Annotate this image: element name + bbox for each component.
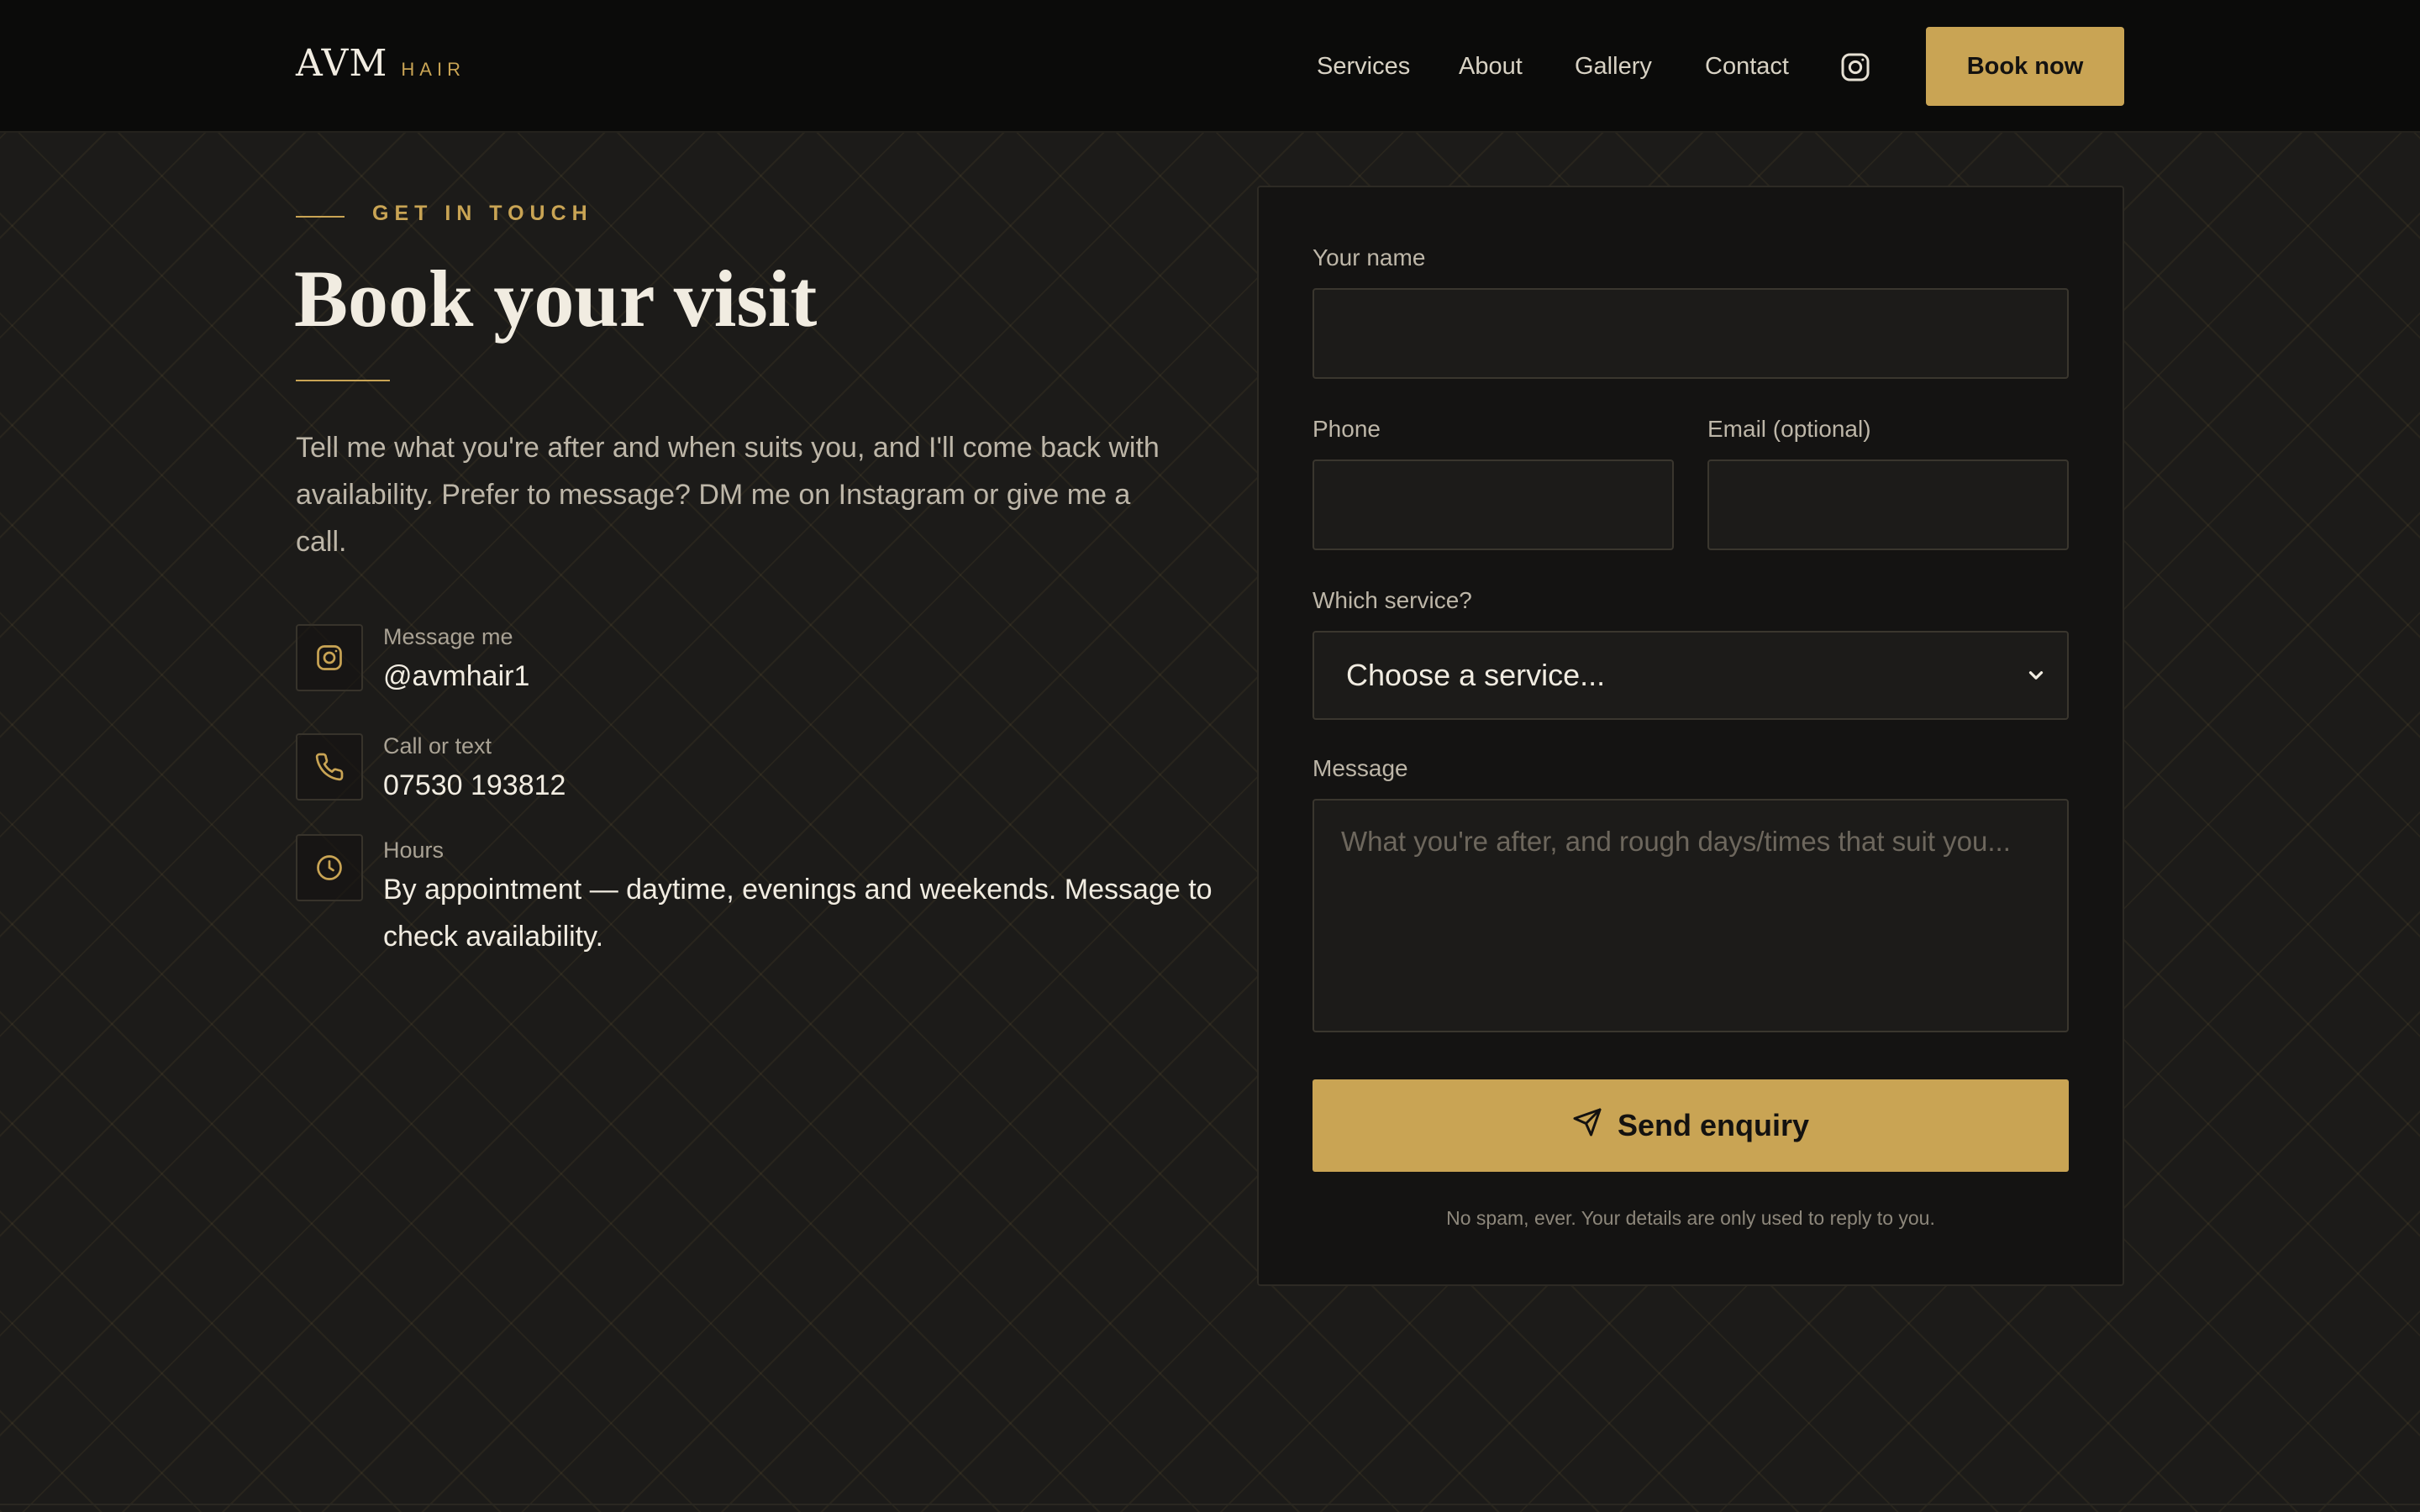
phone-icon [296, 733, 363, 801]
name-label: Your name [1313, 244, 1426, 270]
privacy-note: No spam, ever. Your details are only use… [1446, 1207, 1935, 1229]
section-eyebrow: GET IN TOUCH [372, 202, 593, 225]
contact-label: Call or text [383, 733, 492, 759]
title-divider [296, 380, 390, 381]
message-field[interactable] [1313, 799, 2069, 1032]
service-selected-value: Choose a service... [1346, 658, 1606, 692]
eyebrow-line [296, 216, 345, 218]
instagram-icon[interactable] [1839, 50, 1872, 84]
page-title: Book your visit [294, 254, 818, 344]
name-field[interactable] [1313, 288, 2069, 379]
contact-label: Message me [383, 624, 513, 649]
email-label: Email (optional) [1707, 416, 1871, 442]
brand-name: AVM [296, 42, 388, 85]
booking-form: Your name Phone Email (optional) Which s… [1257, 186, 2124, 1286]
book-now-button[interactable]: Book now [1926, 27, 2124, 106]
service-select[interactable]: Choose a service... [1313, 631, 2069, 720]
send-icon [1572, 1107, 1602, 1145]
site-header: AVM HAIR Services About Gallery Contact … [0, 0, 2420, 133]
instagram-icon [296, 624, 363, 691]
nav-link-gallery[interactable]: Gallery [1575, 53, 1652, 81]
nav-link-about[interactable]: About [1459, 53, 1523, 81]
contact-label: Hours [383, 837, 445, 863]
phone-field[interactable] [1313, 459, 1674, 550]
message-label: Message [1313, 755, 1408, 781]
email-field[interactable] [1707, 459, 2069, 550]
brand-logo[interactable]: AVM HAIR [296, 42, 466, 85]
phone-label: Phone [1313, 416, 1381, 442]
instagram-handle[interactable]: @avmhair1 [383, 653, 529, 700]
send-enquiry-button[interactable]: Send enquiry [1313, 1079, 2069, 1172]
nav-link-contact[interactable]: Contact [1705, 53, 1789, 81]
clock-icon [296, 834, 363, 901]
chevron-down-icon [2025, 664, 2047, 686]
service-label: Which service? [1313, 587, 1472, 613]
send-enquiry-label: Send enquiry [1617, 1108, 1810, 1142]
intro-text: Tell me what you're after and when suits… [296, 432, 1160, 558]
footer-divider [0, 1504, 2420, 1505]
phone-number[interactable]: 07530 193812 [383, 762, 566, 809]
nav-link-services[interactable]: Services [1317, 53, 1410, 81]
brand-tagline: HAIR [401, 59, 466, 80]
hours-text: By appointment — daytime, evenings and w… [383, 874, 1213, 953]
